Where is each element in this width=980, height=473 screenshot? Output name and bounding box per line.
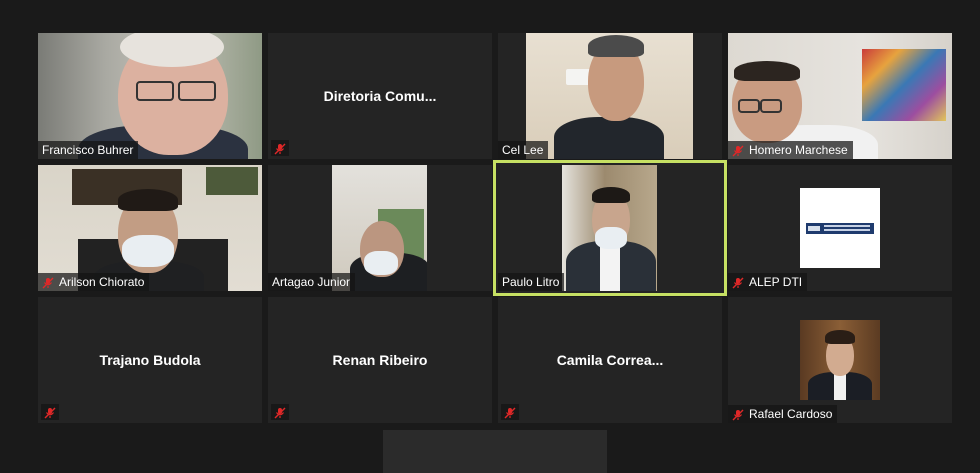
participant-tile-arilson-chiorato[interactable]: Arilson Chiorato (38, 165, 262, 291)
participant-name-tag: ALEP DTI (728, 273, 808, 291)
participant-tile-rafael-cardoso[interactable]: Rafael Cardoso (728, 297, 952, 423)
microphone-muted-icon (732, 144, 744, 157)
participant-tile-artagao-junior[interactable]: Artagao Junior (268, 165, 492, 291)
muted-badge (41, 404, 59, 420)
participant-name-tag: Francisco Buhrer (38, 141, 139, 159)
microphone-muted-icon (732, 276, 744, 289)
participant-tile-camila-correa[interactable]: Camila Correa... (498, 297, 722, 423)
muted-badge (271, 140, 289, 156)
participant-tile-trajano-budola[interactable]: Trajano Budola (38, 297, 262, 423)
participant-name-tag: Paulo Litro (498, 273, 565, 291)
participant-name: Cel Lee (502, 143, 544, 157)
participant-video (562, 165, 657, 291)
participant-video (800, 320, 880, 400)
participant-tile-alep-dti[interactable]: ALEP DTI (728, 165, 952, 291)
participant-name-tag: Artagao Junior (268, 273, 356, 291)
participant-name: Homero Marchese (749, 143, 848, 157)
participant-tile-partial[interactable] (383, 430, 607, 473)
participant-name-tag: Arilson Chiorato (38, 273, 150, 291)
participant-tile-paulo-litro[interactable]: Paulo Litro (493, 160, 727, 296)
participant-name: Arilson Chiorato (59, 275, 145, 289)
participant-name-tag: Homero Marchese (728, 141, 853, 159)
participant-video (526, 33, 693, 159)
microphone-muted-icon (42, 276, 54, 289)
microphone-muted-icon (44, 406, 56, 419)
muted-badge (271, 404, 289, 420)
participant-name-tag: Rafael Cardoso (728, 405, 838, 423)
participant-tile-cel-lee[interactable]: Cel Lee (498, 33, 722, 159)
participant-name: Francisco Buhrer (42, 143, 134, 157)
participant-name-tag: Cel Lee (498, 141, 549, 159)
microphone-muted-icon (274, 406, 286, 419)
microphone-muted-icon (732, 408, 744, 421)
participant-name: Rafael Cardoso (749, 407, 833, 421)
participant-tile-homero-marchese[interactable]: Homero Marchese (728, 33, 952, 159)
participant-name: Camila Correa... (556, 352, 664, 368)
participant-name: Paulo Litro (502, 275, 560, 289)
microphone-muted-icon (274, 142, 286, 155)
participant-name: Trajano Budola (99, 352, 201, 368)
muted-badge (501, 404, 519, 420)
participant-tile-francisco-buhrer[interactable]: Francisco Buhrer (38, 33, 262, 159)
participant-name: ALEP DTI (749, 275, 803, 289)
alep-logo (806, 223, 874, 234)
participant-video (800, 188, 880, 268)
participant-name: Artagao Junior (272, 275, 351, 289)
participant-tile-renan-ribeiro[interactable]: Renan Ribeiro (268, 297, 492, 423)
participant-name: Renan Ribeiro (332, 352, 428, 368)
participant-tile-diretoria[interactable]: Diretoria Comu... (268, 33, 492, 159)
participant-name: Diretoria Comu... (323, 88, 437, 104)
microphone-muted-icon (504, 406, 516, 419)
